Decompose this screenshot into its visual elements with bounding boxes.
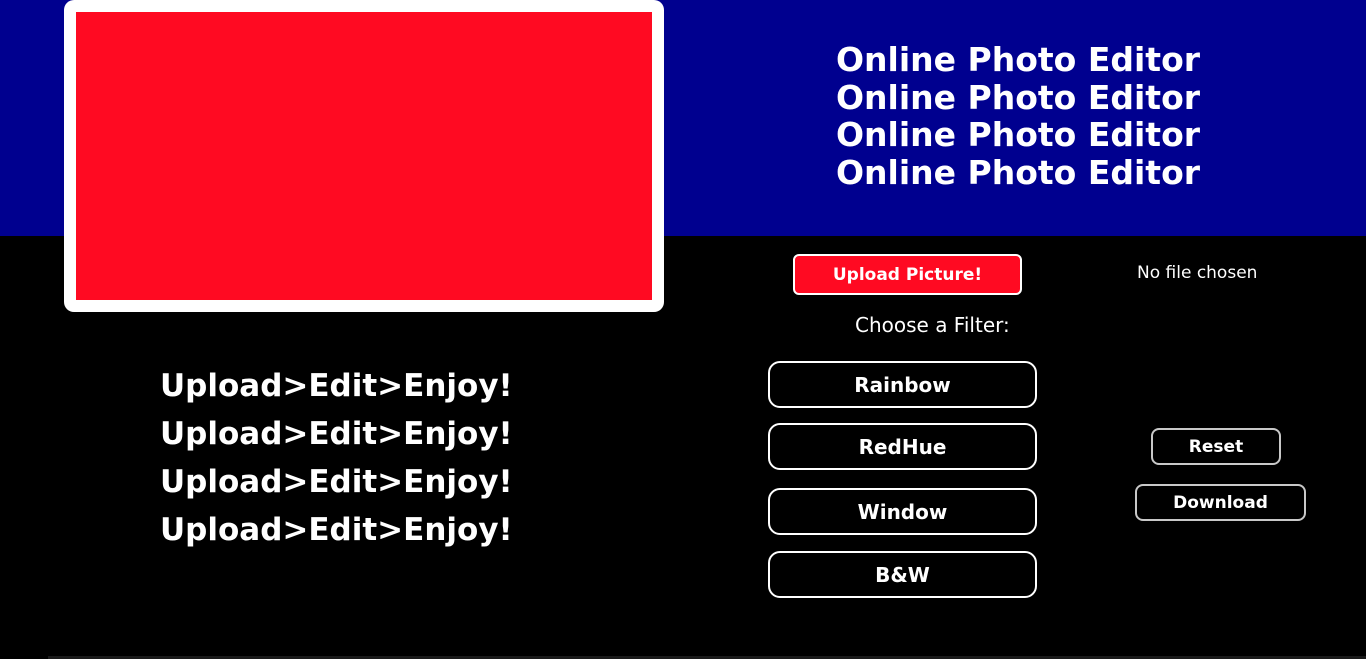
title-line: Online Photo Editor <box>836 115 1201 154</box>
image-canvas-frame <box>64 0 664 312</box>
page-title: Online Photo Editor Online Photo Editor … <box>836 41 1296 191</box>
image-canvas[interactable] <box>76 12 652 300</box>
filter-label: Choose a Filter: <box>855 313 1010 337</box>
tagline: Upload>Edit>Enjoy! Upload>Edit>Enjoy! Up… <box>160 362 600 554</box>
reset-button[interactable]: Reset <box>1151 428 1281 465</box>
title-line: Online Photo Editor <box>836 152 1201 192</box>
page: Online Photo Editor Online Photo Editor … <box>0 0 1366 659</box>
file-status-text: No file chosen <box>1137 263 1258 283</box>
filter-button-rainbow[interactable]: Rainbow <box>768 361 1037 408</box>
filter-button-bw[interactable]: B&W <box>768 551 1037 598</box>
filter-button-window[interactable]: Window <box>768 488 1037 535</box>
title-line: Online Photo Editor <box>836 40 1201 79</box>
tagline-line: Upload>Edit>Enjoy! <box>160 512 513 548</box>
tagline-line: Upload>Edit>Enjoy! <box>160 416 513 452</box>
download-button[interactable]: Download <box>1135 484 1306 521</box>
tagline-line: Upload>Edit>Enjoy! <box>160 368 513 404</box>
title-line: Online Photo Editor <box>836 77 1201 117</box>
filter-button-redhue[interactable]: RedHue <box>768 423 1037 470</box>
upload-picture-button[interactable]: Upload Picture! <box>793 254 1022 295</box>
tagline-line: Upload>Edit>Enjoy! <box>160 464 513 500</box>
